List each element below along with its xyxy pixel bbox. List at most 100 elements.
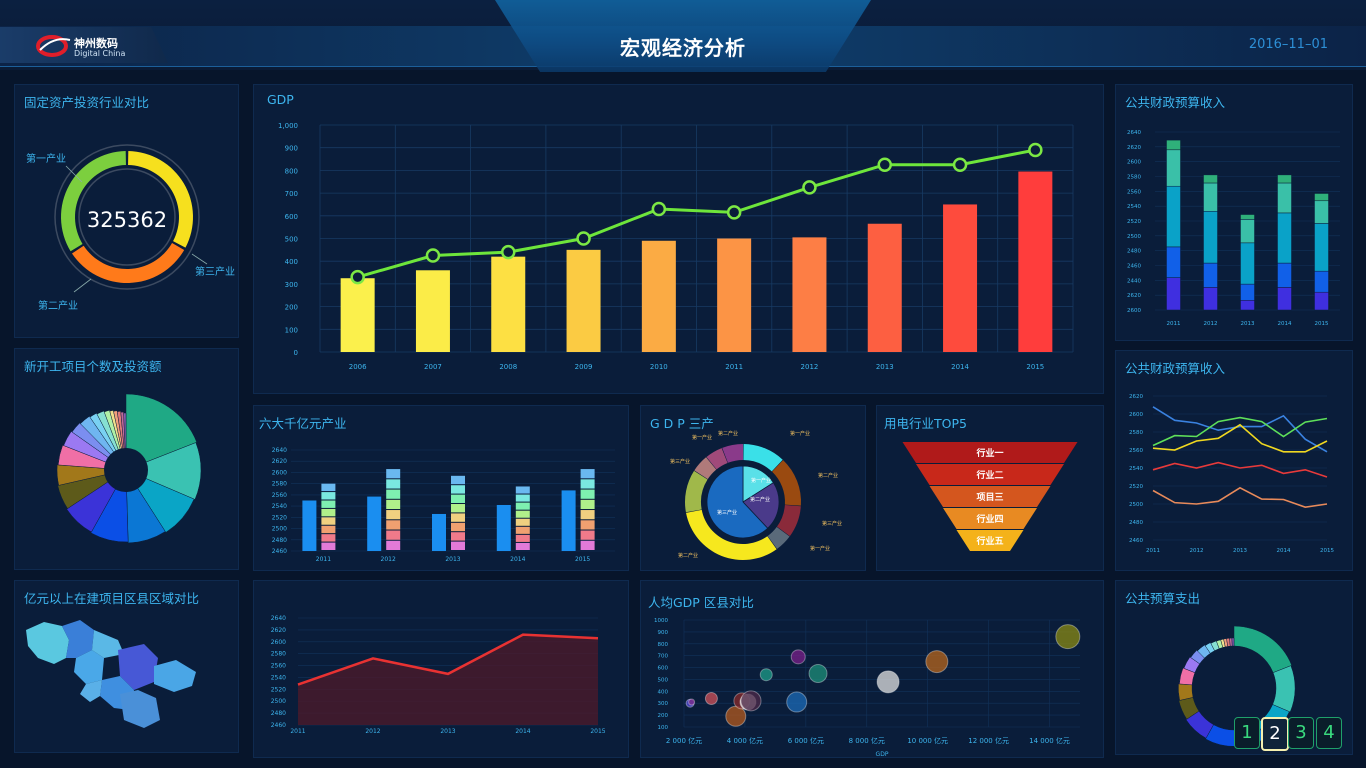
scatter-x-tick: 2 000 亿元 bbox=[666, 736, 702, 745]
panel-fixed-asset: 固定资产投资行业对比 325362 第一产业 第二产业 第三产业 bbox=[14, 84, 239, 338]
scatter-point bbox=[808, 664, 828, 683]
area-y-tick: 2540 bbox=[271, 674, 286, 681]
budget-expense-slice bbox=[1272, 665, 1296, 713]
scatter-point bbox=[740, 690, 762, 712]
six-bar-stack-segment bbox=[451, 513, 465, 522]
budget-revenue-2-chart: 2460 2480 2500 2520 2540 2560 2580 2600 2620 2011… bbox=[1129, 394, 1334, 554]
report-date: 2016–11–01 bbox=[1248, 37, 1328, 52]
br1-bar-segment bbox=[1277, 287, 1292, 311]
six-bar-stack-segment bbox=[386, 510, 401, 520]
br1-y-tick: 2520 bbox=[1127, 219, 1141, 225]
scatter-x-tick: 6 000 亿元 bbox=[788, 736, 824, 745]
gdp-bar bbox=[867, 223, 902, 352]
funnel-label: 行业一 bbox=[975, 447, 1003, 459]
br1-bar-segment bbox=[1240, 214, 1255, 220]
scatter-y-tick: 500 bbox=[658, 677, 669, 683]
br1-y-tick: 2500 bbox=[1127, 234, 1141, 240]
area-x-tick: 2011 bbox=[290, 728, 305, 735]
six-bar-stack-segment bbox=[580, 499, 595, 510]
gdp-three-label-tertiary: 第三产业 bbox=[717, 509, 737, 516]
gdp-three-outer-label: 第二产业 bbox=[718, 430, 738, 437]
budget-expense-slice bbox=[1178, 683, 1194, 701]
six-y-tick: 2600 bbox=[272, 469, 287, 476]
area-y-tick: 2480 bbox=[271, 710, 286, 717]
scatter-point bbox=[925, 650, 949, 674]
gdp-bar bbox=[717, 238, 752, 352]
gdp-bar bbox=[792, 237, 827, 352]
gdp-bar bbox=[491, 256, 526, 352]
scatter-y-tick: 400 bbox=[658, 689, 669, 695]
scatter-y-tick: 900 bbox=[658, 630, 669, 636]
br1-y-tick: 2440 bbox=[1127, 278, 1141, 284]
br2-series-line bbox=[1152, 416, 1328, 447]
six-x-tick: 2012 bbox=[381, 556, 396, 563]
br1-bar-segment bbox=[1203, 174, 1218, 184]
br1-bar-segment bbox=[1314, 270, 1329, 293]
scatter-y-tick: 100 bbox=[658, 725, 669, 731]
gdp-x-tick: 2012 bbox=[801, 363, 819, 371]
six-bar-primary bbox=[302, 500, 317, 551]
gdp-three-outer-label: 第三产业 bbox=[822, 520, 842, 527]
br2-series-line bbox=[1152, 461, 1328, 478]
map-region-9 bbox=[80, 680, 102, 702]
area-y-tick: 2560 bbox=[271, 663, 286, 670]
six-bar-stack-segment bbox=[580, 489, 595, 499]
br2-x-tick: 2012 bbox=[1190, 548, 1204, 554]
br1-bar-segment bbox=[1314, 291, 1329, 311]
budget-expense-slice bbox=[1233, 625, 1293, 673]
funnel-label: 行业五 bbox=[975, 535, 1003, 547]
six-bar-stack-segment bbox=[321, 492, 336, 500]
br2-y-tick: 2520 bbox=[1129, 484, 1143, 490]
arc-secondary-industry bbox=[60, 151, 126, 252]
gdp-y-tick: 1,000 bbox=[278, 122, 298, 130]
six-bar-stack-segment bbox=[451, 541, 465, 550]
gdp-line-point bbox=[726, 205, 742, 220]
scatter-point bbox=[704, 691, 718, 705]
gdp-x-tick: 2008 bbox=[499, 363, 517, 371]
six-bar-stack-segment bbox=[321, 517, 336, 525]
label-primary-industry: 第一产业 bbox=[26, 152, 66, 165]
gdp-x-tick: 2007 bbox=[424, 363, 442, 371]
six-bar-stack-segment bbox=[386, 479, 401, 489]
six-bar-stack-segment bbox=[386, 530, 401, 540]
six-y-tick: 2580 bbox=[272, 481, 287, 488]
scatter-y-tick: 600 bbox=[658, 666, 669, 672]
panel-per-capita-gdp: 人均GDP 区县对比 100 200 300 400 500 600 700 800 900 10… bbox=[640, 580, 1104, 758]
new-projects-hole bbox=[104, 448, 148, 492]
page-button-2[interactable]: 2 bbox=[1261, 717, 1289, 751]
arc-primary-industry bbox=[128, 151, 193, 248]
six-bar-stack-segment bbox=[515, 526, 530, 534]
scatter-point bbox=[1055, 624, 1081, 650]
map-region-8 bbox=[120, 690, 160, 728]
br1-bar-segment bbox=[1277, 262, 1292, 288]
gdp-three-outer-label: 第二产业 bbox=[818, 472, 838, 479]
br1-x-tick: 2011 bbox=[1167, 321, 1181, 327]
br2-y-tick: 2600 bbox=[1129, 412, 1143, 418]
gdp-three-outer-label: 第一产业 bbox=[810, 545, 830, 552]
funnel-label: 项目三 bbox=[976, 492, 1003, 503]
six-bar-stack-segment bbox=[386, 469, 401, 479]
scatter-y-tick: 700 bbox=[658, 654, 669, 660]
panel-new-projects: 新开工项目个数及投资额 bbox=[14, 348, 239, 570]
six-y-tick: 2540 bbox=[272, 503, 287, 510]
page-button-3[interactable]: 3 bbox=[1288, 717, 1314, 749]
six-bar-stack-segment bbox=[580, 469, 595, 479]
six-bar-stack-segment bbox=[386, 499, 401, 510]
area-y-tick: 2620 bbox=[271, 627, 286, 634]
br2-series-line bbox=[1152, 406, 1328, 453]
six-y-tick: 2500 bbox=[272, 526, 287, 533]
six-y-tick: 2620 bbox=[272, 458, 287, 465]
br1-x-tick: 2015 bbox=[1315, 321, 1329, 327]
br2-y-tick: 2620 bbox=[1129, 394, 1143, 400]
page-button-1[interactable]: 1 bbox=[1234, 717, 1260, 749]
br1-y-tick: 2540 bbox=[1127, 204, 1141, 210]
six-bar-stack-segment bbox=[321, 500, 336, 508]
page-button-4[interactable]: 4 bbox=[1316, 717, 1342, 749]
gdp-x-tick: 2006 bbox=[349, 363, 367, 371]
scatter-point bbox=[790, 649, 806, 665]
panel-bottom-area: 2460 2480 2500 2520 2540 2560 2580 2600 2620 2640… bbox=[253, 580, 629, 758]
six-bar-stack-segment bbox=[451, 485, 465, 494]
six-bar-primary bbox=[432, 513, 446, 551]
scatter-y-tick: 200 bbox=[658, 713, 669, 719]
six-bar-stack-segment bbox=[451, 475, 465, 485]
